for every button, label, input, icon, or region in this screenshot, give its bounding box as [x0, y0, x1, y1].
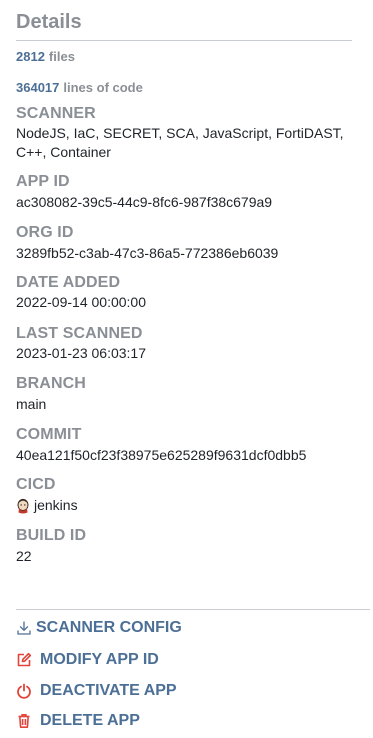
app-id-label: APP ID	[16, 173, 70, 190]
deactivate-app-button[interactable]: DEACTIVATE APP	[16, 680, 177, 702]
last-scanned-label: LAST SCANNED	[16, 325, 143, 342]
lines-count: 364017	[16, 80, 60, 95]
edit-icon	[16, 652, 32, 668]
commit-value: 40ea121f50cf23f38975e625289f9631dcf0dbb5	[16, 447, 307, 463]
cicd-value: jenkins	[16, 496, 361, 515]
branch-value: main	[16, 396, 47, 412]
build-id-value: 22	[16, 548, 32, 564]
app-id-value: ac308082-39c5-44c9-8fc6-987f38c679a9	[16, 194, 273, 210]
scanner-value: NodeJS, IaC, SECRET, SCA, JavaScript, Fo…	[16, 125, 344, 160]
branch-label: BRANCH	[16, 375, 86, 392]
power-icon	[16, 683, 32, 699]
title-divider	[16, 40, 352, 41]
files-unit: files	[48, 49, 75, 64]
date-added-label: DATE ADDED	[16, 274, 121, 291]
lines-unit: lines of code	[63, 80, 143, 95]
cicd-text: jenkins	[34, 497, 78, 513]
build-id-label: BUILD ID	[16, 527, 87, 544]
files-count: 2812	[16, 49, 45, 64]
delete-app-label: DELETE APP	[40, 712, 140, 729]
actions-divider	[16, 609, 370, 610]
last-scanned-value: 2023-01-23 06:03:17	[16, 345, 146, 361]
commit-label: COMMIT	[16, 426, 82, 443]
files-stat: 2812 files	[16, 49, 75, 64]
scanner-label: SCANNER	[16, 105, 96, 122]
scanner-config-button[interactable]: SCANNER CONFIG	[16, 617, 182, 639]
panel-title: Details	[16, 11, 82, 33]
trash-icon	[16, 713, 32, 729]
download-icon	[16, 620, 32, 636]
modify-app-id-button[interactable]: MODIFY APP ID	[16, 649, 159, 671]
deactivate-app-label: DEACTIVATE APP	[40, 682, 177, 699]
lines-stat: 364017 lines of code	[16, 80, 143, 95]
org-id-label: ORG ID	[16, 224, 74, 241]
modify-app-id-label: MODIFY APP ID	[40, 651, 159, 668]
scanner-config-label: SCANNER CONFIG	[36, 619, 182, 636]
jenkins-icon	[16, 498, 30, 514]
delete-app-button[interactable]: DELETE APP	[16, 710, 140, 732]
cicd-label: CICD	[16, 476, 56, 493]
org-id-value: 3289fb52-c3ab-47c3-86a5-772386eb6039	[16, 245, 279, 261]
details-panel: Details 2812 files 364017 lines of code SC…	[0, 0, 373, 738]
date-added-value: 2022-09-14 00:00:00	[16, 294, 146, 310]
